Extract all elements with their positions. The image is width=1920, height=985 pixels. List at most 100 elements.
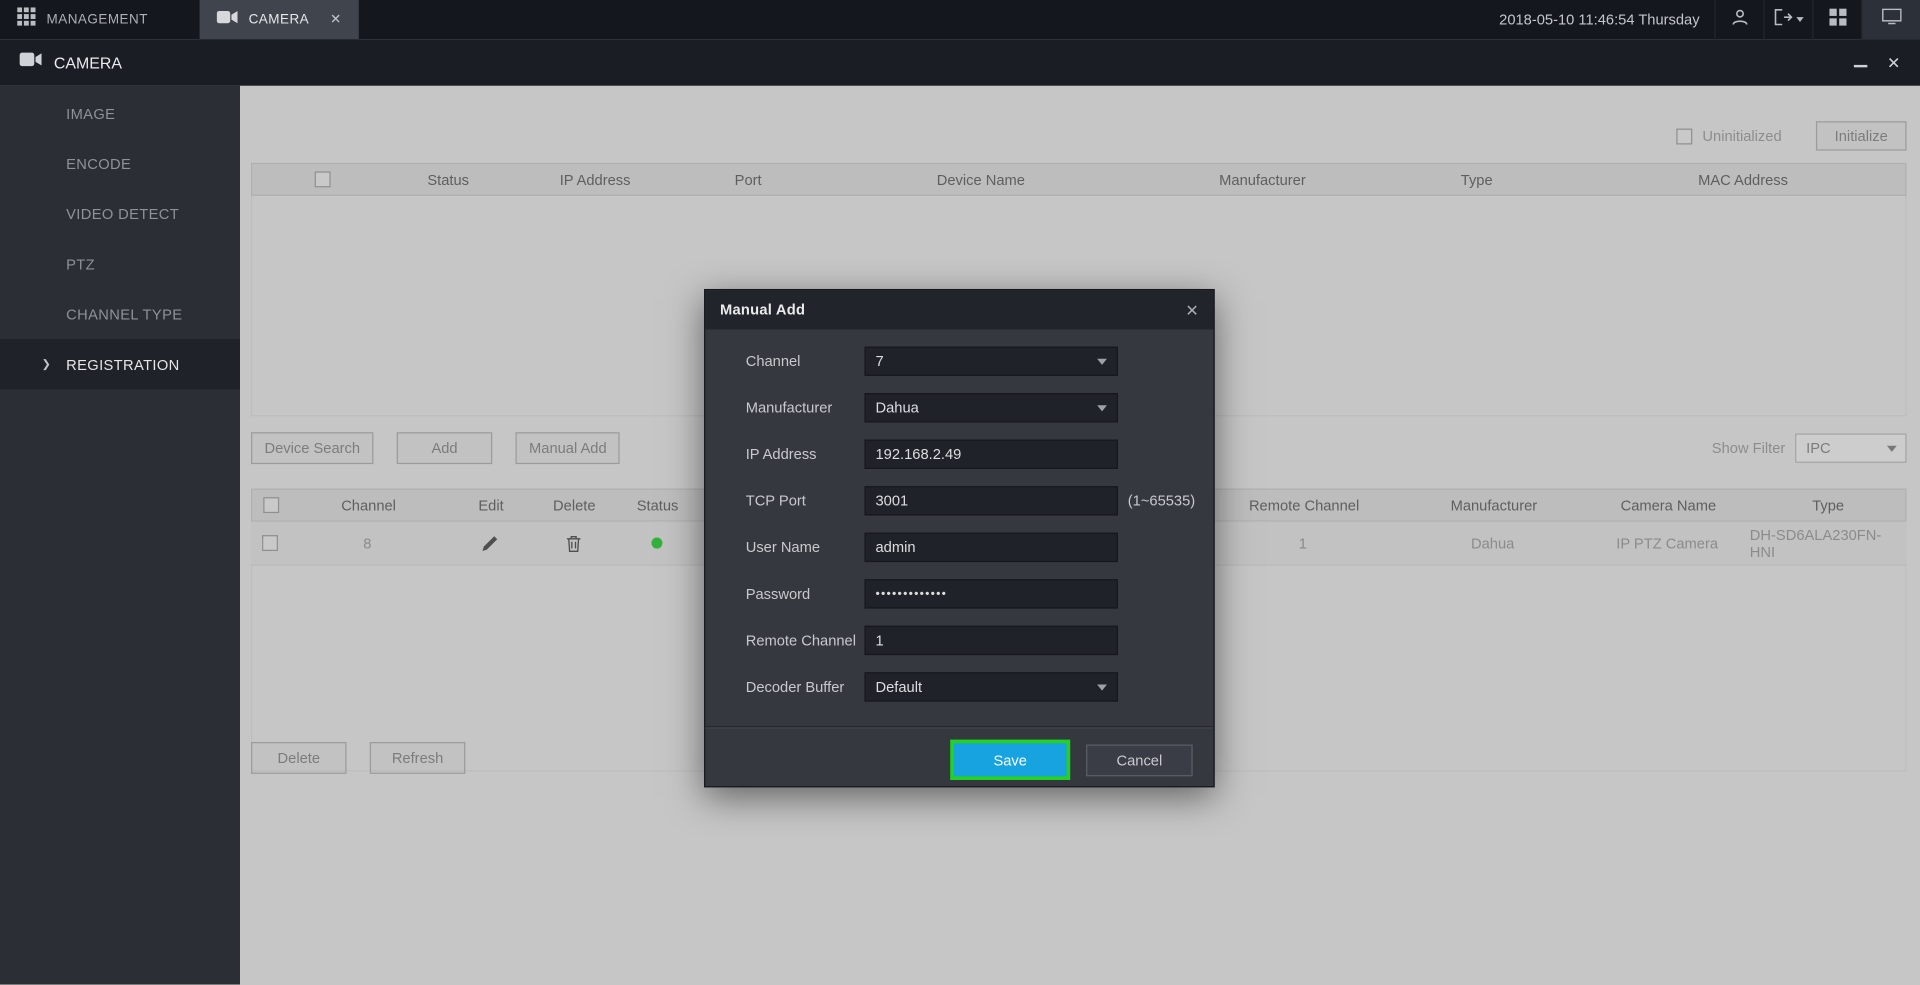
- column-header: Type: [1373, 164, 1581, 195]
- display-button[interactable]: [1861, 0, 1920, 39]
- column-header: Delete: [534, 490, 615, 521]
- column-header: Port: [687, 164, 809, 195]
- channel-value: 7: [876, 353, 884, 370]
- channels-button[interactable]: [1812, 0, 1861, 39]
- manual-add-dialog: Manual Add ✕ Channel 7 Manufacturer Dahu…: [704, 289, 1215, 787]
- sidebar-item-video-detect[interactable]: VIDEO DETECT: [0, 189, 240, 239]
- uninitialized-checkbox[interactable]: [1677, 128, 1693, 144]
- save-button[interactable]: Save: [954, 743, 1067, 776]
- initialize-row: Uninitialized Initialize: [1677, 121, 1907, 150]
- edit-pencil-icon[interactable]: [481, 522, 498, 565]
- ip-address-field[interactable]: [864, 440, 1117, 469]
- minimize-button[interactable]: [1854, 65, 1867, 67]
- remote-channel-label: Remote Channel: [746, 632, 865, 649]
- initialize-button[interactable]: Initialize: [1816, 121, 1907, 150]
- show-filter-area: Show Filter IPC: [1712, 433, 1907, 462]
- cancel-button[interactable]: Cancel: [1086, 744, 1193, 776]
- cell-manufacturer: Dahua: [1401, 522, 1585, 565]
- channel-dropdown[interactable]: 7: [864, 347, 1117, 376]
- dialog-buttons: Save Cancel: [705, 729, 1213, 777]
- sidebar-item-registration[interactable]: ❯ REGISTRATION: [0, 339, 240, 389]
- sidebar: IMAGE ENCODE VIDEO DETECT PTZ CHANNEL TY…: [0, 86, 240, 985]
- four-grid-icon: [1829, 8, 1846, 31]
- column-header: Device Name: [809, 164, 1152, 195]
- ip-address-label: IP Address: [746, 446, 865, 463]
- sidebar-item-label: CHANNEL TYPE: [66, 306, 182, 323]
- column-header: Status: [393, 164, 503, 195]
- remote-channel-field[interactable]: [864, 626, 1117, 655]
- refresh-button[interactable]: Refresh: [370, 742, 466, 774]
- tcp-port-range-hint: (1~65535): [1128, 492, 1195, 509]
- password-field[interactable]: [864, 579, 1117, 608]
- tcp-port-field[interactable]: [864, 486, 1117, 515]
- user-name-label: User Name: [746, 539, 865, 556]
- field-row-user-name: User Name: [746, 524, 1214, 571]
- camera-icon: [217, 9, 238, 31]
- tab-close-icon[interactable]: ✕: [330, 13, 341, 26]
- sidebar-item-label: PTZ: [66, 255, 95, 272]
- device-table-select-all-checkbox[interactable]: [315, 171, 331, 187]
- camera-icon: [20, 51, 42, 73]
- delete-trash-icon[interactable]: [565, 522, 581, 565]
- field-row-remote-channel: Remote Channel: [746, 617, 1214, 664]
- tab-management[interactable]: MANAGEMENT: [0, 0, 200, 39]
- tab-camera-label: CAMERA: [249, 12, 310, 27]
- taskbar-right: 2018-05-10 11:46:54 Thursday: [1499, 0, 1920, 39]
- window-title: CAMERA: [54, 53, 122, 71]
- status-online-icon: [651, 538, 662, 549]
- tab-camera[interactable]: CAMERA ✕: [200, 0, 359, 39]
- taskbar: MANAGEMENT CAMERA ✕ 2018-05-10 11:46:54 …: [0, 0, 1920, 39]
- dialog-titlebar: Manual Add ✕: [705, 290, 1213, 329]
- added-table-select-all-checkbox[interactable]: [263, 497, 279, 513]
- sidebar-item-label: REGISTRATION: [66, 356, 180, 373]
- sidebar-item-label: ENCODE: [66, 155, 131, 172]
- cell-camera-name: IP PTZ Camera: [1584, 522, 1749, 565]
- show-filter-dropdown[interactable]: IPC: [1795, 433, 1906, 462]
- manufacturer-dropdown[interactable]: Dahua: [864, 393, 1117, 422]
- column-header: Remote Channel: [1206, 490, 1402, 521]
- row-checkbox[interactable]: [261, 535, 277, 551]
- cell-type: DH-SD6ALA230FN-HNI: [1750, 522, 1907, 565]
- field-row-manufacturer: Manufacturer Dahua: [746, 384, 1214, 431]
- datetime: 2018-05-10 11:46:54 Thursday: [1499, 0, 1699, 39]
- field-row-tcp-port: TCP Port (1~65535): [746, 478, 1214, 525]
- decoder-buffer-label: Decoder Buffer: [746, 678, 865, 695]
- decoder-buffer-dropdown[interactable]: Default: [864, 672, 1117, 701]
- bottom-actions-row: Delete Refresh: [251, 742, 489, 774]
- user-name-field[interactable]: [864, 533, 1117, 562]
- show-filter-label: Show Filter: [1712, 440, 1786, 457]
- sidebar-item-channel-type[interactable]: CHANNEL TYPE: [0, 289, 240, 339]
- field-row-decoder-buffer: Decoder Buffer Default: [746, 664, 1214, 711]
- user-button[interactable]: [1714, 0, 1763, 39]
- show-filter-value: IPC: [1806, 440, 1831, 457]
- column-header: Type: [1751, 490, 1905, 521]
- add-button[interactable]: Add: [397, 432, 493, 464]
- password-label: Password: [746, 585, 865, 602]
- window-titlebar: CAMERA ✕: [0, 39, 1920, 86]
- logout-button[interactable]: [1763, 0, 1812, 39]
- manufacturer-label: Manufacturer: [746, 399, 865, 416]
- delete-button[interactable]: Delete: [251, 742, 347, 774]
- chevron-down-icon: [1887, 445, 1897, 451]
- screen: MANAGEMENT CAMERA ✕ 2018-05-10 11:46:54 …: [0, 0, 1920, 985]
- dialog-close-icon[interactable]: ✕: [1185, 302, 1198, 318]
- logout-icon: [1774, 8, 1792, 31]
- sidebar-item-ptz[interactable]: PTZ: [0, 239, 240, 289]
- cell-remote-channel: 1: [1205, 522, 1401, 565]
- dialog-title: Manual Add: [720, 301, 805, 318]
- channel-label: Channel: [746, 353, 865, 370]
- sidebar-item-encode[interactable]: ENCODE: [0, 138, 240, 188]
- chevron-down-icon: [1097, 684, 1107, 690]
- user-icon: [1731, 8, 1748, 31]
- device-search-button[interactable]: Device Search: [251, 432, 374, 464]
- chevron-right-icon: ❯: [42, 358, 52, 371]
- manufacturer-value: Dahua: [876, 399, 919, 416]
- close-button[interactable]: ✕: [1887, 54, 1900, 70]
- column-header: Camera Name: [1586, 490, 1751, 521]
- apps-grid-icon: [17, 7, 35, 31]
- chevron-down-icon: [1097, 358, 1107, 364]
- manual-add-button[interactable]: Manual Add: [516, 432, 621, 464]
- column-header: Manufacturer: [1402, 490, 1586, 521]
- sidebar-item-image[interactable]: IMAGE: [0, 88, 240, 138]
- window-controls: ✕: [1854, 54, 1900, 70]
